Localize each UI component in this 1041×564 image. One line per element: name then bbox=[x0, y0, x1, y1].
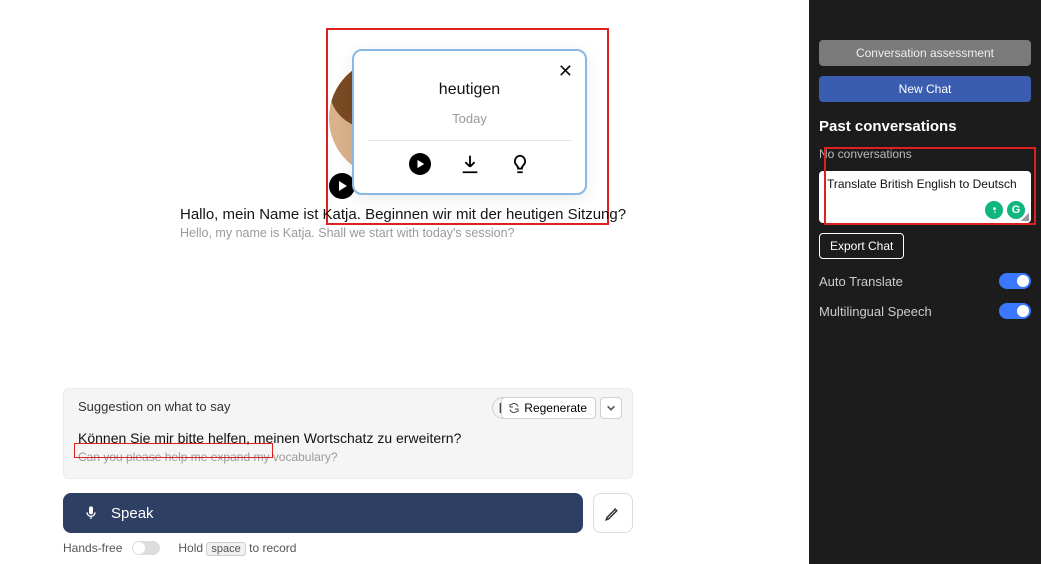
grammar-icon[interactable] bbox=[985, 201, 1003, 219]
chat-input-text: Translate British English to Deutsch bbox=[827, 177, 1017, 191]
no-conversations-text: No conversations bbox=[819, 147, 1031, 161]
lightbulb-icon[interactable] bbox=[509, 153, 531, 175]
suggestion-text-de: Können Sie mir bitte helfen, meinen Wort… bbox=[78, 430, 618, 446]
suggestion-text-en: Can you please help me expand my vocabul… bbox=[78, 450, 618, 464]
auto-translate-toggle[interactable] bbox=[999, 273, 1031, 289]
multilingual-toggle[interactable] bbox=[999, 303, 1031, 319]
conversation-assessment-button[interactable]: Conversation assessment bbox=[819, 40, 1031, 66]
space-key: space bbox=[206, 542, 245, 556]
bot-message-de: Hallo, mein Name ist Katja. Beginnen wir… bbox=[180, 206, 626, 223]
divider bbox=[368, 140, 571, 141]
download-icon[interactable] bbox=[459, 153, 481, 175]
resize-handle[interactable] bbox=[1021, 213, 1029, 221]
speak-button[interactable]: Speak bbox=[63, 493, 583, 533]
speak-label: Speak bbox=[111, 505, 154, 522]
pencil-icon bbox=[604, 504, 622, 522]
microphone-icon bbox=[83, 505, 99, 521]
suggestion-card: Suggestion on what to say Regenerate Kön… bbox=[63, 388, 633, 479]
regenerate-label: Regenerate bbox=[524, 401, 587, 415]
play-audio-icon[interactable] bbox=[409, 153, 431, 175]
regenerate-button[interactable]: Regenerate bbox=[501, 397, 596, 419]
tooltip-word: heutigen bbox=[368, 81, 571, 99]
handsfree-label: Hands-free bbox=[63, 541, 122, 555]
bot-message-en: Hello, my name is Katja. Shall we start … bbox=[180, 226, 514, 240]
hold-hint: Hold space to record bbox=[178, 541, 296, 555]
chat-input[interactable]: Translate British English to Deutsch G bbox=[819, 171, 1031, 223]
word-tooltip: ✕ heutigen Today bbox=[352, 49, 587, 195]
tooltip-translation: Today bbox=[368, 111, 571, 126]
export-chat-button[interactable]: Export Chat bbox=[819, 233, 904, 259]
handsfree-toggle[interactable] bbox=[132, 541, 160, 555]
sidebar: Conversation assessment New Chat Past co… bbox=[809, 0, 1041, 564]
multilingual-label: Multilingual Speech bbox=[819, 304, 932, 319]
edit-button[interactable] bbox=[593, 493, 633, 533]
past-conversations-title: Past conversations bbox=[819, 118, 1031, 135]
auto-translate-label: Auto Translate bbox=[819, 274, 903, 289]
regenerate-dropdown[interactable] bbox=[600, 397, 622, 419]
new-chat-button[interactable]: New Chat bbox=[819, 76, 1031, 102]
close-icon[interactable]: ✕ bbox=[558, 61, 573, 82]
